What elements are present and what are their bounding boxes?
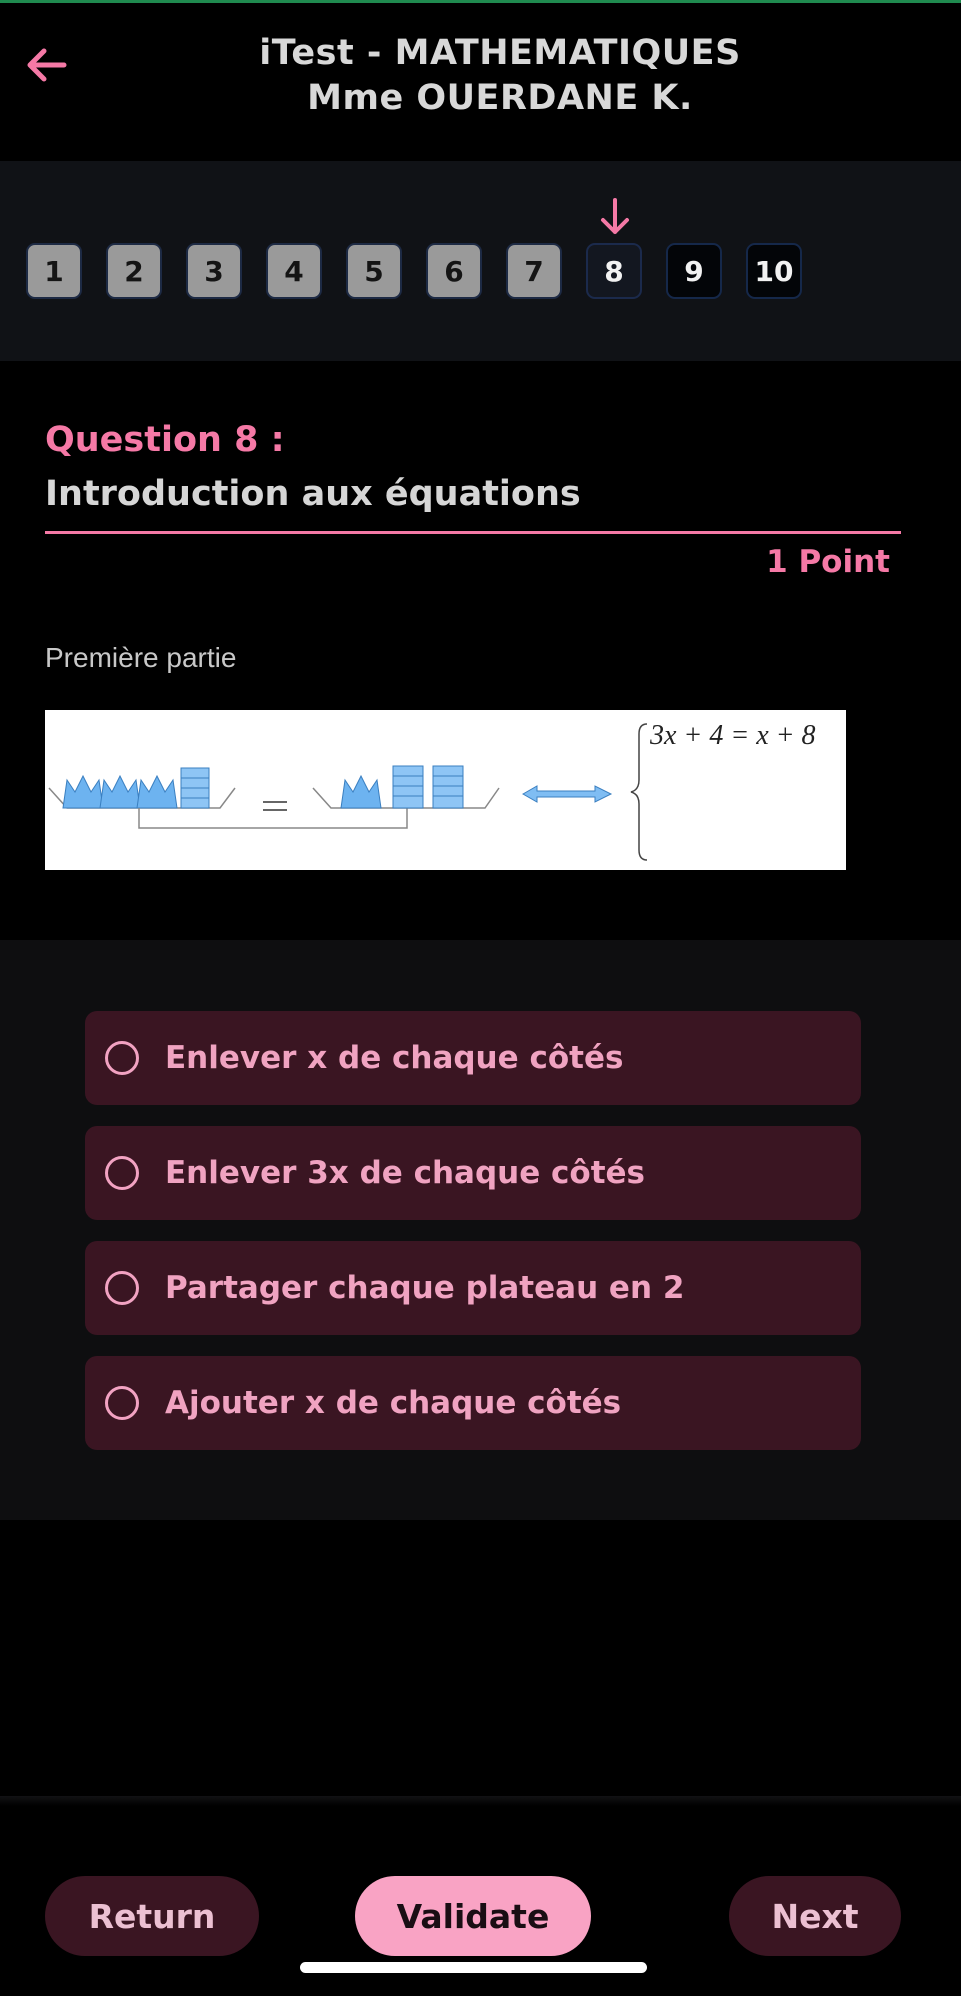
question-nav-button-8[interactable]: 8: [586, 243, 642, 299]
answer-label: Partager chaque plateau en 2: [165, 1270, 685, 1306]
answer-label: Ajouter x de chaque côtés: [165, 1385, 622, 1421]
answer-label: Enlever x de chaque côtés: [165, 1040, 624, 1076]
arrow-down-icon: [601, 198, 629, 234]
question-nav-button-1[interactable]: 1: [26, 243, 82, 299]
question-part-label: Première partie: [45, 642, 237, 673]
question-number: Question 8 :: [45, 420, 285, 460]
header-title: iTest - MATHEMATIQUES: [259, 33, 741, 73]
question-nav-button-7[interactable]: 7: [506, 243, 562, 299]
current-question-pointer: [595, 197, 635, 237]
radio-icon[interactable]: [105, 1386, 139, 1420]
footer-divider: [0, 1796, 961, 1806]
question-divider: [45, 531, 901, 534]
answer-option-3[interactable]: Partager chaque plateau en 2: [85, 1241, 861, 1335]
question-nav-button-5[interactable]: 5: [346, 243, 402, 299]
return-button[interactable]: Return: [45, 1876, 259, 1956]
answer-option-2[interactable]: Enlever 3x de chaque côtés: [85, 1126, 861, 1220]
answer-option-1[interactable]: Enlever x de chaque côtés: [85, 1011, 861, 1105]
equation-text: 3x + 4 = x + 8: [650, 720, 816, 751]
question-nav-button-6[interactable]: 6: [426, 243, 482, 299]
question-points: 1 Point: [766, 544, 890, 580]
question-image: 3x + 4 = x + 8: [45, 710, 846, 870]
radio-icon[interactable]: [105, 1041, 139, 1075]
radio-icon[interactable]: [105, 1156, 139, 1190]
validate-button[interactable]: Validate: [355, 1876, 591, 1956]
question-nav-button-10[interactable]: 10: [746, 243, 802, 299]
question-navigator: 1 2 3 4 5 6 7 8 9 10: [0, 161, 961, 361]
question-nav-button-3[interactable]: 3: [186, 243, 242, 299]
home-indicator[interactable]: [300, 1962, 647, 1973]
double-arrow-icon: [521, 785, 613, 803]
answer-option-4[interactable]: Ajouter x de chaque côtés: [85, 1356, 861, 1450]
question-nav-button-2[interactable]: 2: [106, 243, 162, 299]
question-nav-button-4[interactable]: 4: [266, 243, 322, 299]
back-button[interactable]: [22, 43, 70, 87]
question-title: Introduction aux équations: [45, 474, 581, 514]
arrow-left-icon: [27, 48, 67, 82]
radio-icon[interactable]: [105, 1271, 139, 1305]
app-header: iTest - MATHEMATIQUES Mme OUERDANE K.: [0, 3, 961, 161]
next-button[interactable]: Next: [729, 1876, 901, 1956]
header-subtitle: Mme OUERDANE K.: [307, 78, 693, 118]
answer-list: Enlever x de chaque côtés Enlever 3x de …: [0, 940, 961, 1520]
answer-label: Enlever 3x de chaque côtés: [165, 1155, 645, 1191]
question-nav-button-9[interactable]: 9: [666, 243, 722, 299]
